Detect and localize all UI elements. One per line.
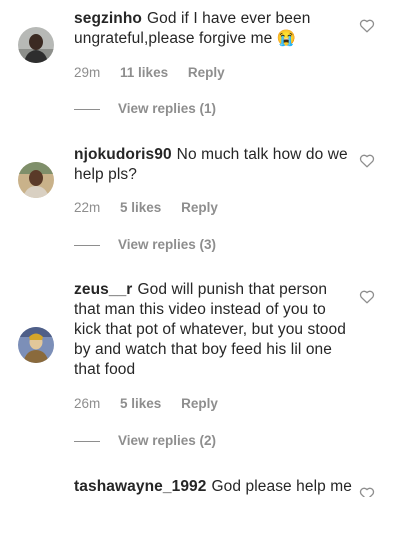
reply-button[interactable]: Reply: [181, 396, 218, 411]
comment-likes[interactable]: 5 likes: [120, 396, 161, 411]
reply-button[interactable]: Reply: [181, 200, 218, 215]
comment-meta: 22m 5 likes Reply: [74, 200, 234, 215]
comment-text: njokudoris90 No much talk how do we help …: [74, 145, 354, 185]
heart-outline-icon[interactable]: [359, 18, 375, 33]
comment-username[interactable]: tashawayne_1992: [74, 478, 206, 495]
comment-body: God please help me: [211, 478, 353, 495]
avatar[interactable]: [18, 327, 54, 363]
comment-username[interactable]: njokudoris90: [74, 146, 172, 163]
replies-divider: [74, 440, 100, 442]
comment-time: 29m: [74, 65, 101, 80]
avatar[interactable]: [18, 162, 54, 198]
view-replies-label: View replies (1): [118, 101, 217, 116]
comment-likes[interactable]: 5 likes: [120, 200, 161, 215]
view-replies-label: View replies (3): [118, 237, 217, 252]
comment-text: zeus__r God will punish that person that …: [74, 280, 354, 380]
comment-text: tashawayne_1992 God please help me: [74, 477, 354, 497]
heart-outline-icon[interactable]: [359, 153, 375, 168]
comment-username[interactable]: segzinho: [74, 10, 142, 27]
replies-divider: [74, 108, 100, 110]
comment-meta: 29m 11 likes Reply: [74, 65, 241, 80]
comment-time: 22m: [74, 200, 101, 215]
view-replies-button[interactable]: View replies (2): [74, 433, 216, 448]
avatar[interactable]: [18, 27, 54, 63]
replies-divider: [74, 244, 100, 246]
heart-outline-icon[interactable]: [359, 486, 375, 497]
comment-meta: 26m 5 likes Reply: [74, 396, 234, 411]
comment-time: 26m: [74, 396, 101, 411]
view-replies-button[interactable]: View replies (1): [74, 101, 216, 116]
reply-button[interactable]: Reply: [188, 65, 225, 80]
heart-outline-icon[interactable]: [359, 289, 375, 304]
comment-username[interactable]: zeus__r: [74, 281, 132, 298]
view-replies-label: View replies (2): [118, 433, 217, 448]
comment-text: segzinho God if I have ever been ungratef…: [74, 9, 354, 49]
comments-list: segzinho God if I have ever been ungratef…: [0, 0, 400, 497]
view-replies-button[interactable]: View replies (3): [74, 237, 216, 252]
comment-likes[interactable]: 11 likes: [120, 65, 168, 80]
